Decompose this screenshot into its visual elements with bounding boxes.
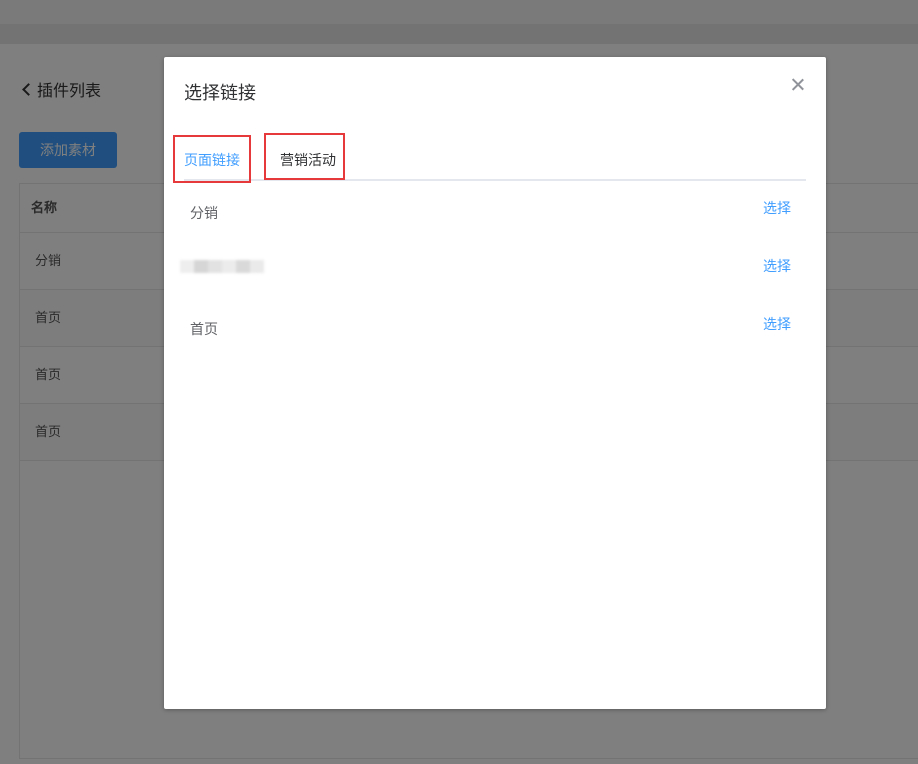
tab-marketing[interactable]: 营销活动 (280, 137, 336, 181)
tab-label: 页面链接 (184, 153, 240, 169)
dialog-title: 选择链接 (184, 83, 256, 104)
select-link-dialog: 选择链接 页面链接 营销活动 分销 选择 选择 首页 选择 (164, 57, 826, 709)
link-name: 首页 (190, 322, 218, 338)
redacted-name (180, 260, 270, 273)
tab-page-links[interactable]: 页面链接 (184, 137, 240, 183)
list-item: 分销 选择 (184, 179, 806, 237)
select-link-button[interactable]: 选择 (763, 256, 791, 276)
list-item: 选择 (180, 237, 806, 295)
close-icon[interactable] (788, 75, 808, 95)
link-name: 分销 (190, 206, 218, 222)
dialog-tabs: 页面链接 营销活动 (184, 137, 806, 183)
list-item: 首页 选择 (184, 295, 806, 353)
tab-label: 营销活动 (280, 153, 336, 169)
select-link-button[interactable]: 选择 (763, 198, 791, 218)
select-link-button[interactable]: 选择 (763, 314, 791, 334)
link-list: 分销 选择 选择 首页 选择 (180, 189, 806, 363)
